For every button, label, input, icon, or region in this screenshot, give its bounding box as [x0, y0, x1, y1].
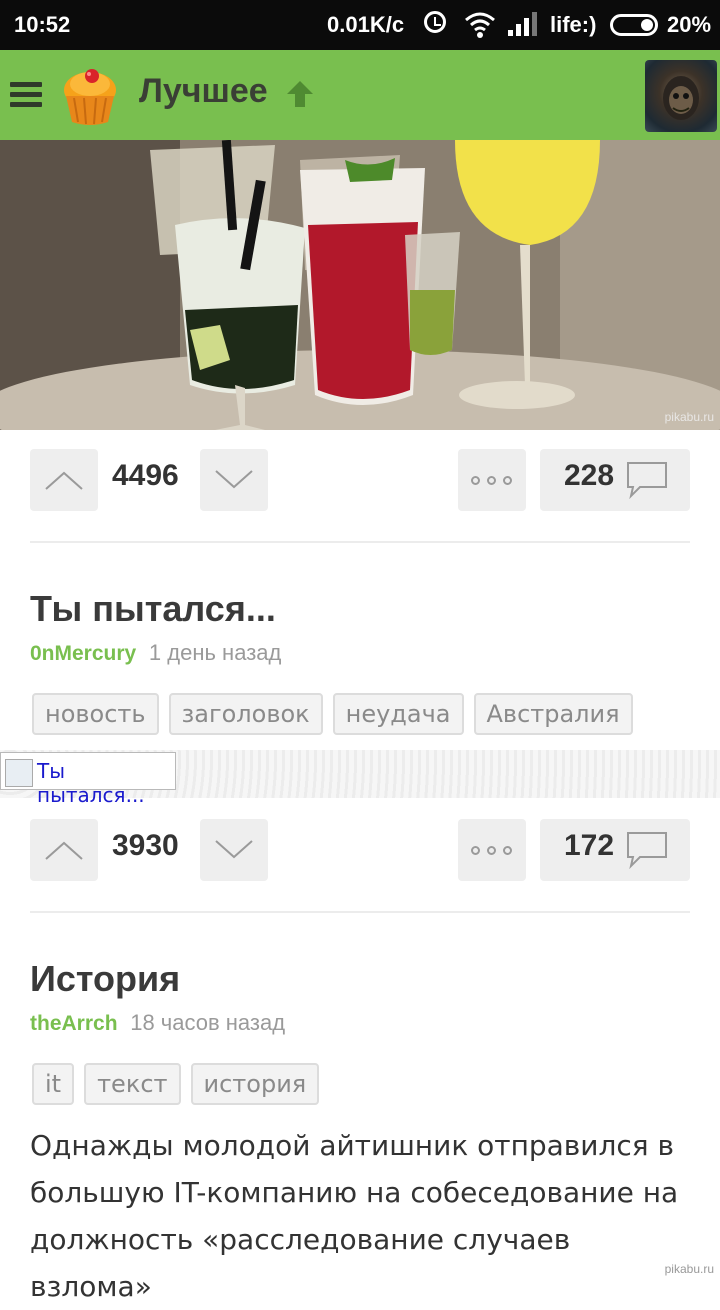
user-avatar[interactable] — [645, 60, 717, 132]
tag-list: it текст история — [32, 1063, 329, 1105]
post-actions: 3930 172 — [0, 819, 720, 883]
post-image-broken[interactable]: Ты пытался... — [0, 750, 720, 807]
tag[interactable]: новость — [32, 693, 159, 735]
broken-image[interactable]: Ты пытался... — [0, 752, 176, 807]
tag-list: новость заголовок неудача Австралия — [32, 693, 643, 735]
more-icon — [471, 476, 480, 485]
post-rating: 3930 — [112, 829, 179, 862]
signal-icon — [508, 12, 537, 36]
image-alt-text: Ты пытался... — [37, 759, 145, 807]
post-rating: 4496 — [112, 459, 179, 492]
cupcake-logo-icon[interactable] — [56, 62, 124, 130]
post-actions: 4496 228 — [0, 449, 720, 513]
comment-icon — [627, 832, 667, 869]
upvote-button[interactable] — [30, 819, 98, 881]
post-meta: theArrch 18 часов назад — [30, 1010, 285, 1036]
chevron-down-icon — [215, 470, 253, 489]
post-time: 18 часов назад — [130, 1010, 286, 1035]
post-author[interactable]: 0nMercury — [30, 642, 136, 665]
tag[interactable]: заголовок — [168, 693, 323, 735]
divider — [30, 911, 690, 913]
arrow-up-icon[interactable] — [284, 78, 316, 110]
tag[interactable]: история — [190, 1063, 320, 1105]
post-meta: 0nMercury 1 день назад — [30, 640, 281, 666]
comment-icon — [627, 462, 667, 499]
post-image[interactable]: pikabu.ru — [0, 140, 720, 430]
chevron-down-icon — [215, 840, 253, 859]
alarm-icon — [424, 11, 446, 33]
comment-count: 172 — [564, 829, 615, 862]
status-net-speed: 0.01K/c — [327, 12, 405, 37]
tag[interactable]: неудача — [332, 693, 464, 735]
battery-icon — [610, 14, 658, 36]
footer-watermark: pikabu.ru — [664, 1262, 714, 1276]
comments-button[interactable]: 228 — [540, 449, 690, 511]
post-body-text[interactable]: Однажды молодой айтишник отправился в бо… — [30, 1122, 700, 1310]
upvote-button[interactable] — [30, 449, 98, 511]
status-carrier: life:) — [550, 12, 597, 37]
post-title[interactable]: Ты пытался... — [30, 588, 276, 630]
comment-count: 228 — [564, 459, 615, 492]
menu-icon[interactable] — [10, 82, 42, 108]
tag[interactable]: it — [32, 1063, 75, 1105]
status-bar: 10:52 0.01K/c life:) 20% — [0, 0, 720, 50]
wifi-icon — [465, 12, 495, 38]
post-title[interactable]: История — [30, 958, 180, 1000]
status-time: 10:52 — [14, 12, 71, 37]
chevron-up-icon — [45, 841, 83, 860]
downvote-button[interactable] — [200, 449, 268, 511]
post-author[interactable]: theArrch — [30, 1012, 118, 1035]
chevron-up-icon — [45, 471, 83, 490]
post-time: 1 день назад — [148, 640, 282, 665]
page-title[interactable]: Лучшее — [139, 72, 268, 111]
broken-image-icon — [5, 759, 33, 787]
more-button[interactable] — [458, 819, 526, 881]
tag[interactable]: Австралия — [473, 693, 633, 735]
status-battery-percent: 20% — [667, 12, 712, 37]
more-icon — [471, 846, 480, 855]
tag[interactable]: текст — [84, 1063, 181, 1105]
more-button[interactable] — [458, 449, 526, 511]
comments-button[interactable]: 172 — [540, 819, 690, 881]
divider — [30, 541, 690, 543]
downvote-button[interactable] — [200, 819, 268, 881]
image-watermark: pikabu.ru — [664, 410, 714, 424]
